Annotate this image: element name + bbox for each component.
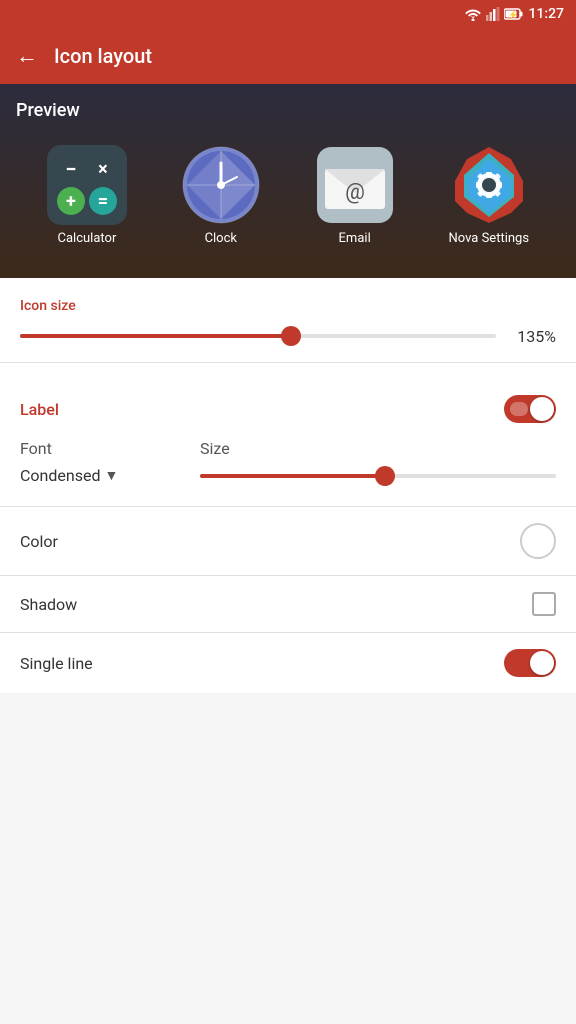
status-icons: ⚡ 11:27: [464, 6, 564, 22]
app-label-email: Email: [339, 231, 371, 246]
single-line-label: Single line: [20, 654, 93, 673]
color-picker[interactable]: [520, 523, 556, 559]
list-item: Nova Settings: [449, 145, 530, 246]
list-item: @ Email: [315, 145, 395, 246]
preview-section: Preview − × + = Calculator: [0, 84, 576, 278]
toolbar-title: Icon layout: [54, 44, 152, 68]
font-size-row: Font Condensed ▼ Size: [20, 439, 556, 486]
signal-icon: [486, 7, 500, 21]
settings-content: Icon size 135% Label Font Co: [0, 278, 576, 693]
clock-icon: [181, 145, 261, 225]
battery-icon: ⚡: [504, 7, 524, 21]
label-section: Label Font Condensed ▼ Size: [0, 379, 576, 506]
calc-minus: −: [57, 155, 85, 183]
email-icon: @: [315, 145, 395, 225]
font-value: Condensed: [20, 466, 100, 485]
icon-size-label: Icon size: [20, 298, 556, 314]
icon-size-section: Icon size 135%: [0, 278, 576, 346]
icon-size-value: 135%: [508, 327, 556, 346]
svg-text:@: @: [345, 180, 365, 205]
toggle-thumb: [530, 397, 554, 421]
icon-size-thumb[interactable]: [281, 326, 301, 346]
label-section-title: Label: [20, 400, 59, 419]
single-line-row: Single line: [0, 632, 576, 693]
calculator-icon: − × + =: [47, 145, 127, 225]
icon-size-slider-container[interactable]: [20, 326, 496, 346]
size-sublabel: Size: [200, 439, 556, 458]
status-bar: ⚡ 11:27: [0, 0, 576, 28]
app-label-nova: Nova Settings: [449, 231, 530, 246]
size-col: Size: [200, 439, 556, 486]
svg-text:⚡: ⚡: [508, 10, 518, 20]
icon-size-track: [20, 334, 496, 338]
calc-plus: +: [57, 187, 85, 215]
shadow-row: Shadow: [0, 575, 576, 632]
font-sublabel: Font: [20, 439, 200, 458]
status-time: 11:27: [528, 6, 564, 22]
preview-icons-row: − × + = Calculator: [16, 137, 560, 254]
app-label-clock: Clock: [205, 231, 237, 246]
list-item: − × + = Calculator: [47, 145, 127, 246]
label-toggle-row: Label: [20, 395, 556, 423]
font-size-thumb[interactable]: [375, 466, 395, 486]
font-col: Font Condensed ▼: [20, 439, 200, 485]
spacer-1: [20, 490, 556, 506]
back-button[interactable]: ←: [16, 43, 38, 69]
calc-multiply: ×: [89, 155, 117, 183]
icon-size-fill: [20, 334, 291, 338]
color-label: Color: [20, 532, 58, 551]
icon-size-slider-row: 135%: [20, 326, 556, 346]
divider-1: [0, 362, 576, 363]
preview-label: Preview: [16, 100, 560, 121]
list-item: Clock: [181, 145, 261, 246]
color-row: Color: [0, 506, 576, 575]
label-toggle[interactable]: [504, 395, 556, 423]
chevron-down-icon: ▼: [104, 467, 118, 484]
app-label-calculator: Calculator: [58, 231, 117, 246]
toggle-bg: [510, 402, 528, 416]
font-size-slider[interactable]: [200, 466, 556, 486]
calc-equals: =: [89, 187, 117, 215]
shadow-label: Shadow: [20, 595, 77, 614]
single-line-toggle[interactable]: [504, 649, 556, 677]
font-size-track: [200, 474, 556, 478]
shadow-checkbox[interactable]: [532, 592, 556, 616]
font-size-fill: [200, 474, 385, 478]
toolbar: ← Icon layout: [0, 28, 576, 84]
font-dropdown[interactable]: Condensed ▼: [20, 466, 200, 485]
wifi-icon: [464, 7, 482, 21]
single-line-toggle-thumb: [530, 651, 554, 675]
nova-settings-icon: [449, 145, 529, 225]
